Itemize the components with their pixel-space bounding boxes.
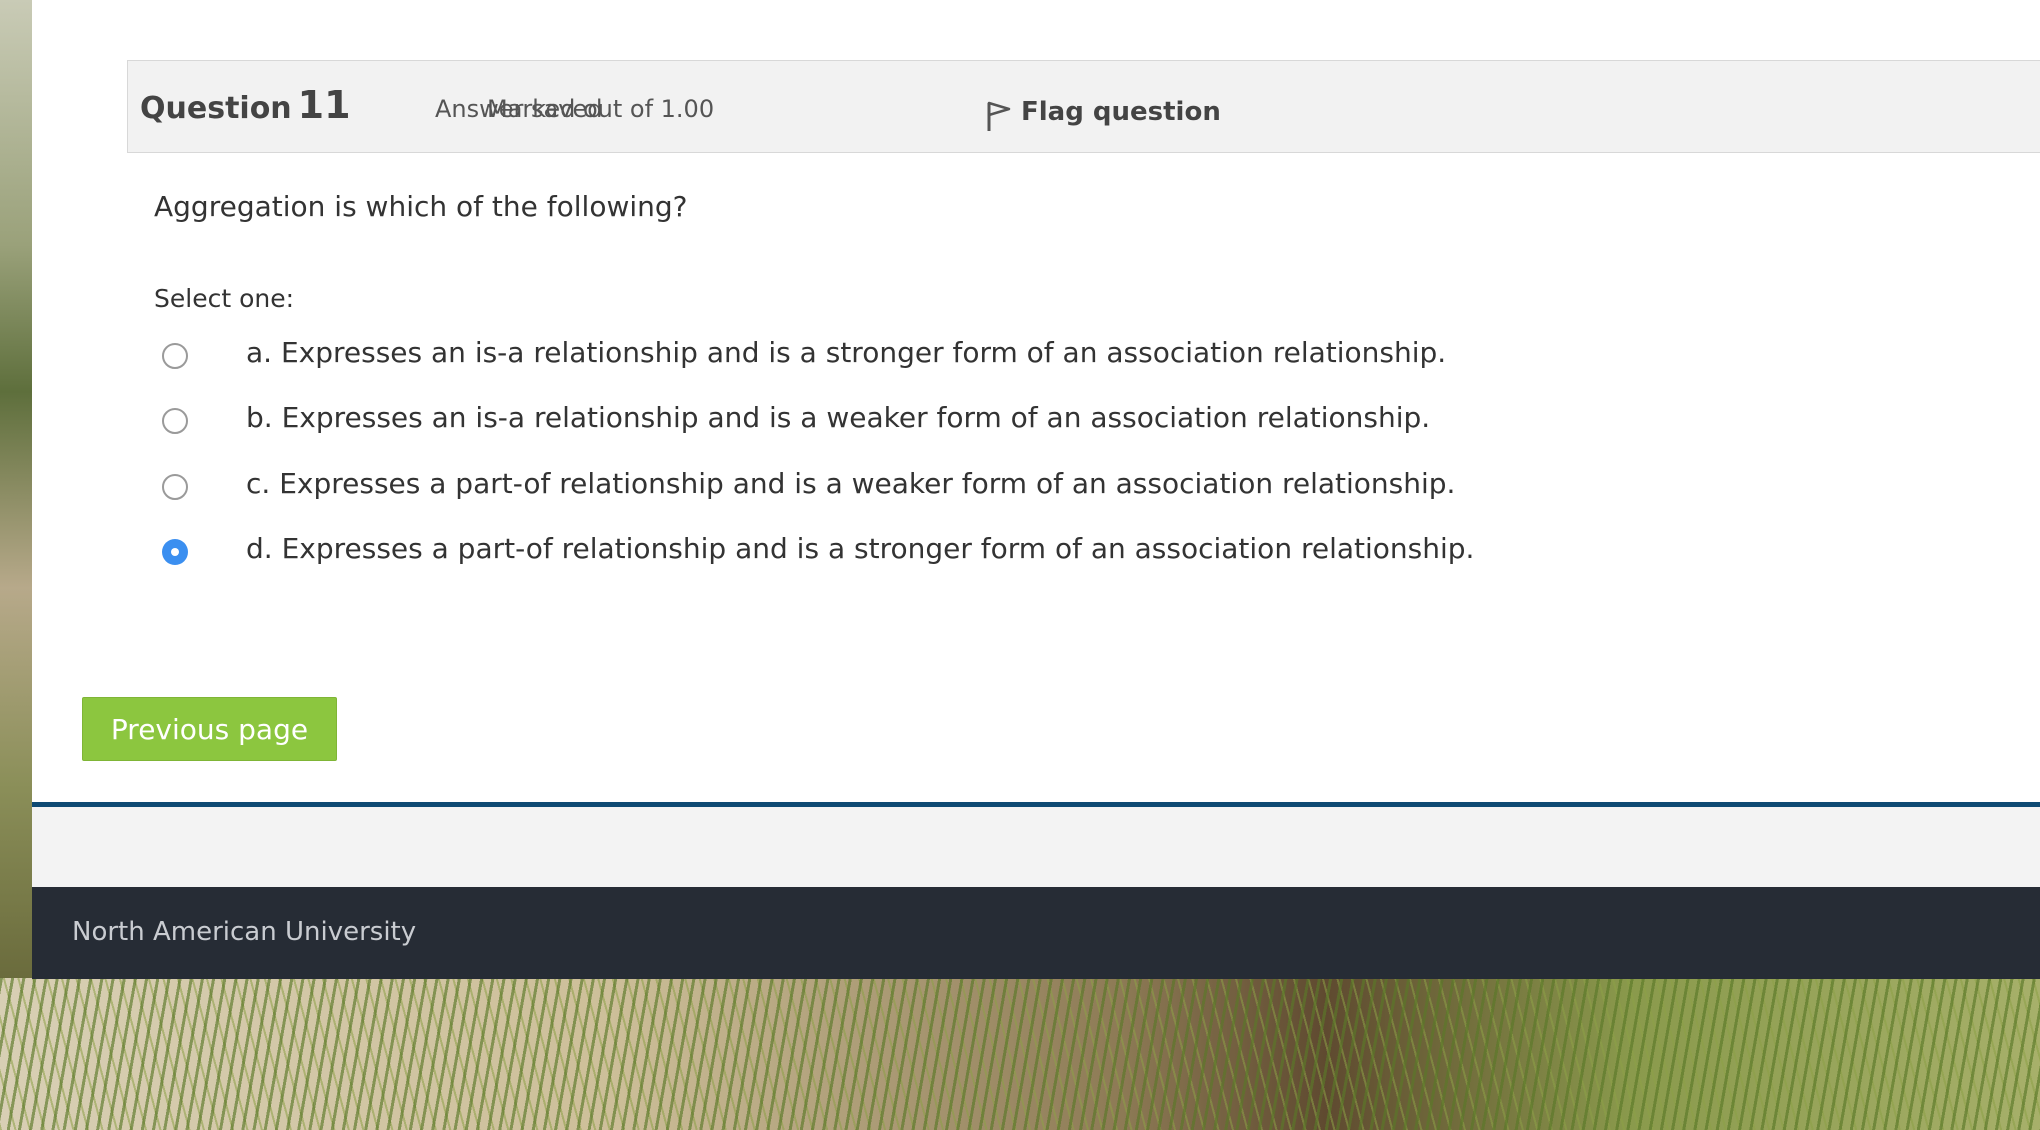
flag-icon <box>983 99 1013 133</box>
answer-label: a. Expresses an is-a relationship and is… <box>246 336 1447 369</box>
question-info-header: Question 11 Answer saved Marked out of 1.… <box>127 60 2040 153</box>
background-grass <box>0 978 2040 1130</box>
answer-option-a[interactable]: a. Expresses an is-a relationship and is… <box>162 336 1446 369</box>
footer: North American University <box>32 887 2040 979</box>
previous-page-button[interactable]: Previous page <box>82 697 337 761</box>
answer-option-b[interactable]: b. Expresses an is-a relationship and is… <box>162 401 1430 434</box>
question-grade: Marked out of 1.00 <box>487 95 715 123</box>
question-number-value: 11 <box>297 83 351 127</box>
answer-option-c[interactable]: c. Expresses a part-of relationship and … <box>162 467 1455 500</box>
footer-site-name: North American University <box>72 917 417 947</box>
background-photo-left-strip <box>0 0 32 980</box>
radio-button-selected[interactable] <box>162 538 188 565</box>
footer-upper <box>32 807 2040 887</box>
answer-option-d[interactable]: d. Expresses a part-of relationship and … <box>162 532 1474 565</box>
answer-label: c. Expresses a part-of relationship and … <box>246 467 1456 500</box>
question-number: Question 11 <box>140 83 351 127</box>
radio-button[interactable] <box>162 342 188 369</box>
flag-question-button[interactable]: Flag question <box>983 91 1221 133</box>
flag-question-label: Flag question <box>1021 97 1221 127</box>
answer-label: d. Expresses a part-of relationship and … <box>246 532 1475 565</box>
page-content: Question 11 Answer saved Marked out of 1.… <box>32 0 2040 802</box>
question-text: Aggregation is which of the following? <box>154 190 688 223</box>
answer-label: b. Expresses an is-a relationship and is… <box>246 401 1431 434</box>
radio-button[interactable] <box>162 407 188 434</box>
question-label: Question <box>140 91 292 126</box>
select-one-prompt: Select one: <box>154 284 295 313</box>
radio-button[interactable] <box>162 473 188 500</box>
